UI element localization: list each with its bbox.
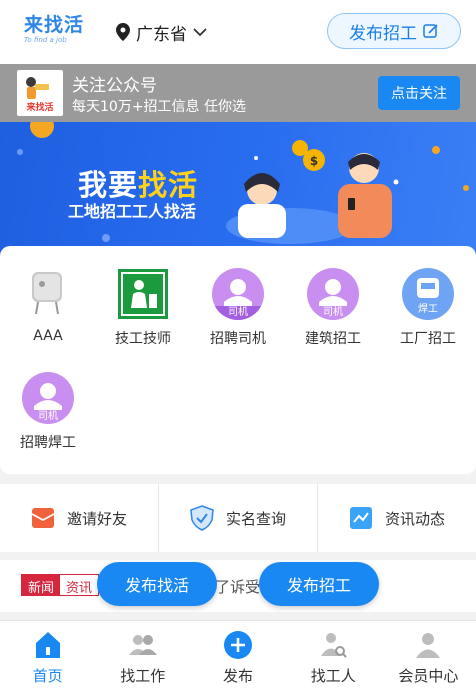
thumb-label: 来找活 [25, 101, 53, 113]
tab-label: 会员中心 [398, 667, 459, 685]
category-item-aaa[interactable]: AAA [0, 268, 96, 358]
news-tag-secondary: 资讯 [66, 581, 93, 596]
category-label: AAA [33, 328, 63, 344]
category-label: 建筑招工 [305, 331, 361, 347]
tab-label: 首页 [32, 667, 63, 685]
category-item-construction[interactable]: 司机 建筑招工 [285, 268, 381, 358]
svg-text:焊工: 焊工 [418, 303, 438, 315]
category-label: 招聘焊工 [20, 435, 76, 451]
svg-text:司机: 司机 [38, 409, 58, 422]
tab-label: 发布 [223, 667, 254, 685]
welder-icon: 焊工 [402, 268, 454, 320]
follow-title: 关注公众号 [72, 76, 157, 96]
post-find-work-button[interactable]: 发布找活 [97, 562, 217, 606]
news-ticker[interactable]: 新闻 资讯 …了诉受理“…·…狗人”… [0, 560, 476, 612]
category-label: 招聘司机 [210, 331, 266, 347]
category-item-driver[interactable]: 司机 招聘司机 [190, 268, 286, 358]
tool-news-updates[interactable]: 资讯动态 [318, 484, 476, 552]
banner-headline-prefix: 我要 [78, 168, 139, 202]
category-item-welder[interactable]: 司机 招聘焊工 [0, 372, 96, 462]
bottom-tab-bar: 首页 找工作 发布 找工人 会员中心 [0, 620, 476, 690]
driver-icon: 司机 [212, 268, 264, 320]
technician-icon [118, 269, 168, 319]
user-icon [416, 633, 441, 658]
tab-publish[interactable]: 发布 [190, 621, 285, 690]
envelope-icon [31, 508, 55, 528]
follow-account-bar: 来找活 关注公众号 每天10万+招工信息 任你选 点击关注 [0, 64, 476, 122]
region-label: 广东省 [136, 24, 187, 45]
tool-label: 邀请好友 [66, 509, 127, 528]
tab-member-center[interactable]: 会员中心 [381, 621, 476, 690]
svg-text:$: $ [310, 154, 318, 168]
tool-label: 实名查询 [225, 509, 286, 528]
worker-search-icon [321, 633, 347, 658]
promo-banner[interactable]: $ 我要找活 工地招工工人找活 [0, 122, 476, 258]
edit-icon [423, 24, 438, 38]
people-icon [128, 635, 157, 655]
region-selector[interactable]: 广东省 [116, 20, 207, 45]
svg-text:司机: 司机 [228, 305, 248, 318]
tool-realname-check[interactable]: 实名查询 [159, 484, 318, 552]
logo-subtext: To find a job [24, 36, 67, 44]
post-recruit-button[interactable]: 发布招工 [259, 562, 379, 606]
trend-chart-icon [349, 507, 372, 529]
quick-tools-row: 邀请好友 实名查询 资讯动态 [0, 484, 476, 552]
news-tag: 新闻 资讯 [21, 574, 100, 596]
location-pin-icon [116, 23, 130, 41]
tab-label: 找工人 [310, 667, 356, 685]
shield-check-icon [190, 505, 214, 531]
svg-text:司机: 司机 [323, 305, 343, 318]
post-job-button[interactable]: 发布招工 [327, 13, 461, 49]
category-label: 技工技师 [115, 331, 171, 347]
banner-art: $ [17, 122, 469, 244]
category-label: 工厂招工 [400, 331, 456, 347]
driver-icon: 司机 [307, 268, 359, 320]
tool-label: 资讯动态 [384, 509, 445, 528]
water-heater-icon [32, 272, 62, 315]
news-tag-primary: 新闻 [22, 575, 61, 596]
banner-headline-highlight: 找活 [138, 168, 199, 202]
home-icon [35, 632, 60, 658]
follow-button[interactable]: 点击关注 [378, 76, 460, 110]
tab-find-worker[interactable]: 找工人 [286, 621, 381, 690]
tab-label: 找工作 [120, 667, 166, 685]
banner-subline: 工地招工工人找活 [68, 202, 197, 221]
category-item-technician[interactable]: 技工技师 [95, 268, 191, 358]
tab-home[interactable]: 首页 [0, 621, 95, 690]
driver-icon: 司机 [22, 372, 74, 424]
account-thumbnail: 来找活 [17, 70, 63, 116]
tool-invite-friends[interactable]: 邀请好友 [0, 484, 159, 552]
plus-circle-icon [224, 631, 252, 659]
post-job-label: 发布招工 [349, 23, 417, 44]
chevron-down-icon [193, 28, 207, 37]
app-logo[interactable]: 来找活 To find a job [24, 14, 88, 48]
app-header: 来找活 To find a job 广东省 发布招工 [0, 0, 476, 64]
category-grid: AAA 技工技师 司机 招聘司机 司机 建筑招工 焊工 工厂招工 司机 招聘焊工 [0, 246, 476, 474]
category-item-factory[interactable]: 焊工 工厂招工 [380, 268, 476, 358]
follow-subtitle: 每天10万+招工信息 任你选 [72, 99, 246, 115]
logo-text: 来找活 [24, 14, 85, 36]
tab-find-job[interactable]: 找工作 [95, 621, 190, 690]
